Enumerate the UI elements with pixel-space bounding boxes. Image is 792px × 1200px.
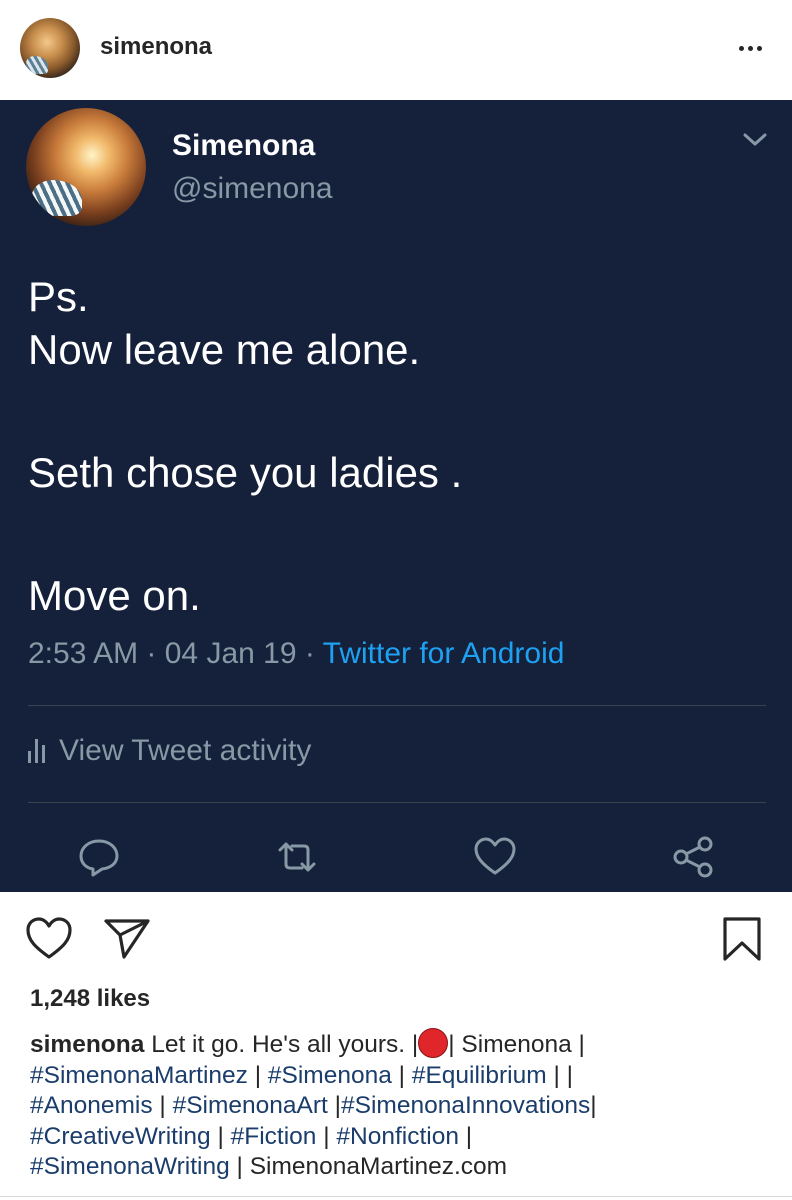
tweet-line: Ps.: [28, 273, 89, 320]
caption-text: Let it go. He's all yours. |: [151, 1031, 419, 1058]
post-header: simenona: [0, 0, 792, 100]
avatar[interactable]: [20, 18, 80, 78]
caption-separator: |: [590, 1092, 597, 1119]
divider: [28, 802, 766, 803]
caption-separator: |: [327, 1092, 341, 1119]
post-caption: simenona Let it go. He's all yours. | | S…: [30, 1028, 770, 1183]
caption-text: | Simenona |: [448, 1031, 585, 1058]
reply-icon: [79, 839, 119, 877]
divider: [0, 1196, 792, 1197]
activity-label: View Tweet activity: [59, 734, 312, 767]
hashtag-link[interactable]: #Equilibrium: [412, 1062, 547, 1089]
caption-separator: | |: [546, 1061, 573, 1089]
share-icon: [673, 836, 713, 878]
caption-username[interactable]: simenona: [30, 1031, 144, 1058]
hashtag-link[interactable]: #Fiction: [231, 1123, 317, 1150]
hashtag-link[interactable]: #SimenonaInnovations: [341, 1092, 590, 1119]
divider: [28, 705, 766, 706]
hashtag-link[interactable]: #SimenonaMartinez: [30, 1062, 248, 1089]
bar-chart-icon: [28, 739, 45, 763]
caption-separator: |: [391, 1061, 412, 1089]
tweet-handle: @simenona: [172, 172, 333, 205]
caption-separator: |: [316, 1122, 337, 1150]
hashtag-link[interactable]: #SimenonaWriting: [30, 1153, 230, 1180]
meta-separator: ·: [296, 637, 323, 670]
tweet-date: 04 Jan 19: [164, 637, 297, 670]
tweet-line: Seth chose you ladies .: [28, 449, 463, 496]
tweet-image: Simenona @simenona Ps. Now leave me alon…: [0, 100, 792, 892]
tweet-avatar: [26, 108, 146, 226]
red-circle-emoji: [418, 1028, 449, 1058]
tweet-line: Move on.: [28, 572, 201, 619]
tweet-display-name: Simenona: [172, 129, 316, 162]
tweet-line: Now leave me alone.: [28, 326, 421, 373]
view-tweet-activity: View Tweet activity: [28, 734, 311, 768]
caption-separator: |: [210, 1122, 231, 1150]
likes-count[interactable]: 1,248 likes: [30, 985, 150, 1013]
tweet-text: Ps. Now leave me alone. Seth chose you l…: [28, 270, 768, 622]
like-icon: [474, 837, 516, 875]
meta-separator: ·: [138, 637, 165, 670]
send-icon[interactable]: [102, 915, 152, 961]
retweet-icon: [278, 842, 316, 872]
hashtag-link[interactable]: #Nonfiction: [336, 1123, 459, 1150]
bookmark-icon[interactable]: [720, 915, 764, 963]
tweet-time: 2:53 AM: [28, 637, 139, 670]
caption-separator: |: [458, 1122, 473, 1150]
caption-separator: |: [152, 1092, 173, 1119]
more-icon[interactable]: [732, 30, 768, 66]
hashtag-link[interactable]: #CreativeWriting: [30, 1123, 211, 1150]
caption-separator: | SimenonaMartinez.com: [229, 1153, 508, 1180]
heart-icon[interactable]: [24, 915, 74, 961]
tweet-meta: 2:53 AM · 04 Jan 19 · Twitter for Androi…: [28, 637, 564, 671]
chevron-down-icon: [743, 133, 767, 146]
caption-separator: |: [247, 1061, 268, 1089]
post-username[interactable]: simenona: [100, 33, 212, 61]
tweet-source: Twitter for Android: [322, 637, 565, 670]
hashtag-link[interactable]: #Simenona: [268, 1062, 392, 1089]
hashtag-link[interactable]: #SimenonaArt: [173, 1092, 328, 1119]
hashtag-link[interactable]: #Anonemis: [30, 1092, 153, 1119]
